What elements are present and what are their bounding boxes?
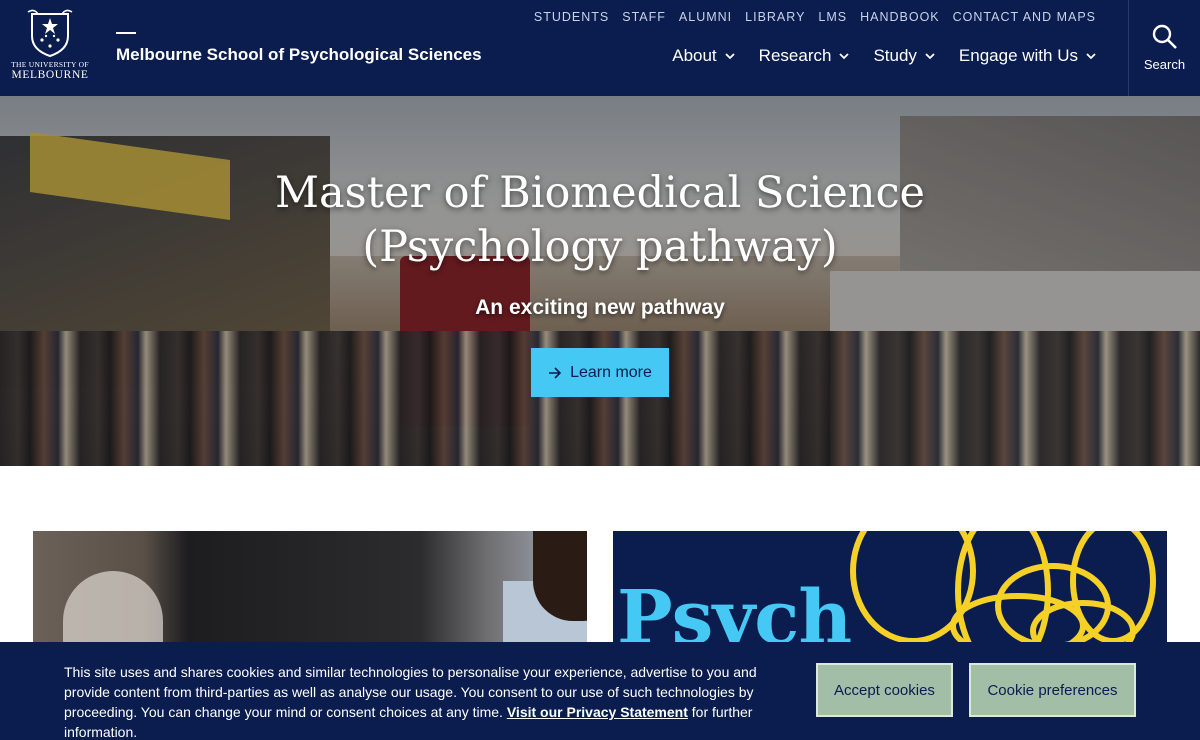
chevron-down-icon <box>725 53 735 60</box>
chevron-down-icon <box>1086 53 1096 60</box>
util-link-library[interactable]: LIBRARY <box>745 10 805 24</box>
cookie-message: This site uses and shares cookies and si… <box>64 662 799 740</box>
main-nav: About Research Study Engage with Us <box>672 46 1096 66</box>
utility-nav: STUDENTS STAFF ALUMNI LIBRARY LMS HANDBO… <box>534 10 1096 24</box>
cookie-banner: This site uses and shares cookies and si… <box>0 642 1200 740</box>
util-link-lms[interactable]: LMS <box>818 10 847 24</box>
cookie-preferences-button[interactable]: Cookie preferences <box>969 663 1136 717</box>
site-header: THE UNIVERSITY OF MELBOURNE Melbourne Sc… <box>0 0 1200 96</box>
site-title-accent <box>116 32 136 34</box>
logo-line2: MELBOURNE <box>11 69 89 81</box>
site-title[interactable]: Melbourne School of Psychological Scienc… <box>116 45 482 65</box>
university-logo[interactable]: THE UNIVERSITY OF MELBOURNE <box>8 8 92 88</box>
accept-cookies-button[interactable]: Accept cookies <box>816 663 953 717</box>
nav-research[interactable]: Research <box>759 46 850 66</box>
hero-overlay <box>0 96 1200 466</box>
nav-study[interactable]: Study <box>873 46 935 66</box>
university-crest-icon <box>27 9 73 58</box>
hero-title-line2: (Psychology pathway) <box>362 222 838 272</box>
util-link-staff[interactable]: STAFF <box>622 10 666 24</box>
chevron-down-icon <box>839 53 850 60</box>
search-label: Search <box>1143 57 1186 72</box>
logo-line1: THE UNIVERSITY OF <box>11 60 89 69</box>
nav-engage-label: Engage with Us <box>958 46 1078 65</box>
learn-more-button[interactable]: Learn more <box>531 348 669 397</box>
learn-more-label: Learn more <box>570 363 652 381</box>
nav-engage[interactable]: Engage with Us <box>959 46 1096 66</box>
search-icon <box>1152 24 1177 49</box>
util-link-contact[interactable]: CONTACT AND MAPS <box>953 10 1096 24</box>
hero-subtitle: An exciting new pathway <box>475 296 725 319</box>
util-link-alumni[interactable]: ALUMNI <box>679 10 732 24</box>
util-link-students[interactable]: STUDENTS <box>534 10 609 24</box>
nav-about-label: About <box>672 46 717 65</box>
hero-banner: Master of Biomedical Science (Psychology… <box>0 96 1200 466</box>
util-link-handbook[interactable]: HANDBOOK <box>860 10 940 24</box>
hero-title: Master of Biomedical Science (Psychology… <box>0 166 1200 274</box>
search-button[interactable]: Search <box>1128 0 1200 96</box>
nav-research-label: Research <box>758 46 832 65</box>
chevron-down-icon <box>925 53 935 60</box>
arrow-right-icon <box>549 366 562 379</box>
nav-study-label: Study <box>873 46 917 65</box>
hero-title-line1: Master of Biomedical Science <box>275 168 925 218</box>
nav-about[interactable]: About <box>672 46 735 66</box>
privacy-statement-link[interactable]: Visit our Privacy Statement <box>507 704 688 720</box>
